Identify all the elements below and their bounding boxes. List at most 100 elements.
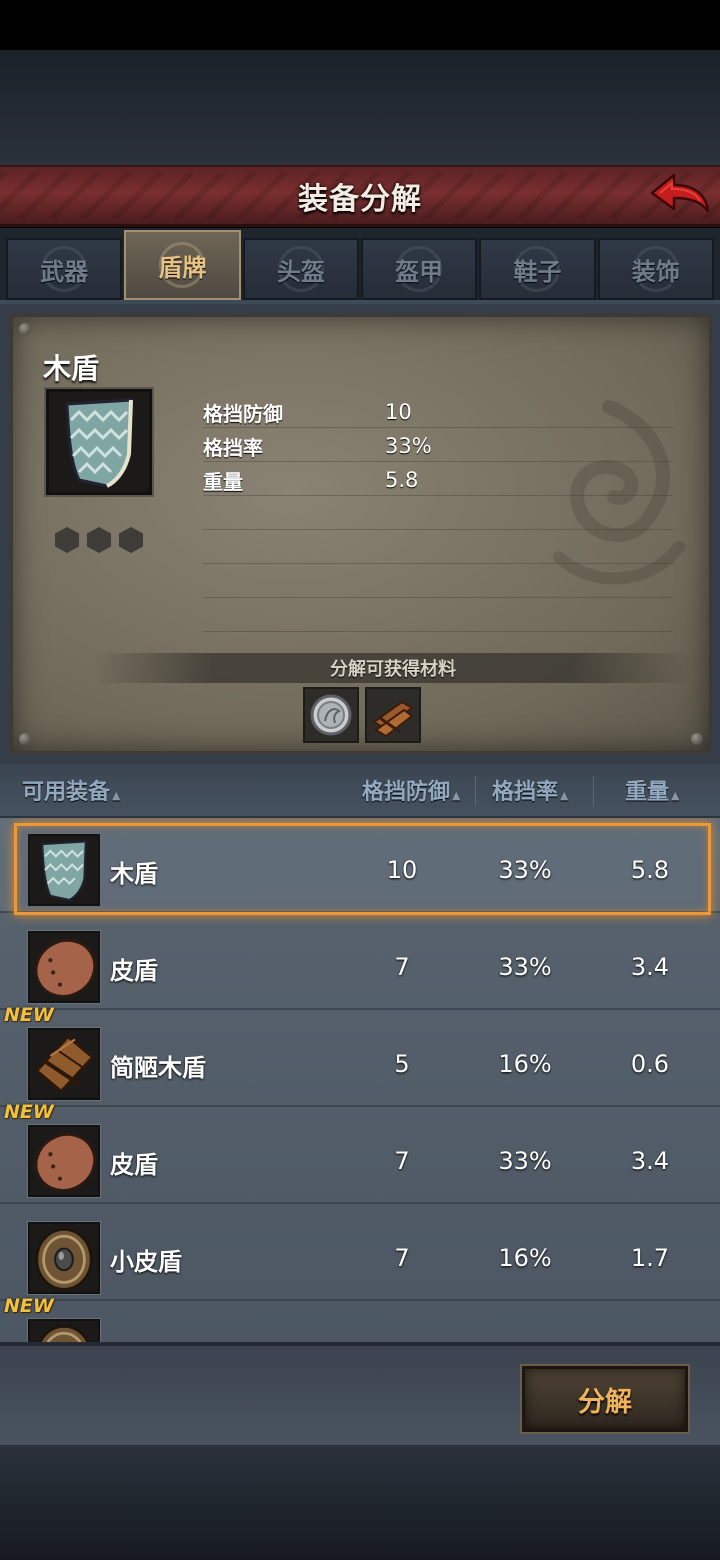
rivet-icon: [691, 733, 703, 745]
decompose-button[interactable]: 分解: [522, 1366, 688, 1432]
wood-planks-icon: [372, 700, 414, 738]
item-detail-panel: 木盾 格挡防御 10 格挡率 33% 重量 5.8 分解可获得材料: [0, 304, 720, 764]
tab-shield[interactable]: 盾牌: [124, 230, 241, 300]
gem-slot-icon: [87, 527, 111, 553]
sort-arrow-icon: ▲: [560, 789, 569, 802]
new-badge: NEW: [4, 1101, 54, 1123]
item-block-defense: 10: [386, 856, 418, 884]
sort-arrow-icon: ▲: [452, 789, 461, 802]
item-block-defense: 5: [394, 1050, 410, 1078]
list-item[interactable]: 小皮盾 7 16% 1.7: [0, 1206, 720, 1301]
new-badge: NEW: [4, 1004, 54, 1026]
silver-coin-icon: [310, 694, 352, 736]
stat-value: 33%: [385, 434, 432, 458]
stat-row: 格挡防御 10: [203, 395, 432, 429]
item-name: 皮盾: [110, 1151, 158, 1179]
rivet-icon: [19, 733, 31, 745]
tab-helmet[interactable]: 头盔: [242, 238, 359, 300]
crude-wooden-shield-icon: [28, 1028, 100, 1100]
tab-label: 盔甲: [395, 257, 444, 286]
decompose-button-label: 分解: [578, 1386, 632, 1418]
header-label: 格挡防御: [362, 780, 451, 805]
ruled-line: [203, 631, 673, 632]
gem-slot-icon: [119, 527, 143, 553]
tab-accessory[interactable]: 装饰: [597, 238, 714, 300]
category-tabs: 武器 盾牌 头盔 盔甲 鞋子 装饰: [0, 228, 720, 304]
small-leather-shield-icon: [28, 1319, 100, 1342]
item-name: 皮盾: [110, 957, 158, 985]
item-block-defense: 7: [394, 1147, 410, 1175]
sort-arrow-icon: ▲: [671, 789, 680, 802]
sort-block-rate-button[interactable]: 格挡率 ▲: [492, 774, 568, 806]
tab-boots[interactable]: 鞋子: [479, 238, 596, 300]
item-block-rate: 33%: [498, 856, 552, 884]
equipment-list: 木盾 10 33% 5.8 皮盾 7 33% 3.4 NEW 简陋木盾 5 16…: [0, 818, 720, 1342]
gem-slot-icon: [55, 527, 79, 553]
stat-label: 格挡防御: [203, 401, 283, 426]
header-label: 可用装备: [22, 780, 111, 805]
back-button[interactable]: [648, 171, 712, 223]
back-arrow-icon: [650, 173, 710, 213]
ruled-line: [203, 495, 673, 496]
stats-list: 格挡防御 10 格挡率 33% 重量 5.8: [203, 395, 432, 497]
item-block-rate: 33%: [498, 953, 552, 981]
list-item[interactable]: NEW 简陋木盾 5 16% 0.6: [0, 1004, 720, 1107]
tab-label: 头盔: [276, 257, 325, 286]
item-block-rate: 16%: [498, 1244, 552, 1272]
ruled-line: [203, 563, 673, 564]
tab-label: 盾牌: [158, 253, 207, 282]
leather-shield-icon: [28, 931, 100, 1003]
tab-weapon[interactable]: 武器: [6, 238, 123, 300]
stat-value: 10: [385, 400, 412, 424]
wooden-shield-icon: [46, 389, 152, 495]
header-divider: [475, 776, 476, 806]
stat-row: 重量 5.8: [203, 463, 432, 497]
item-weight: 3.4: [630, 953, 670, 981]
stat-label: 重量: [203, 469, 243, 494]
sort-name-button[interactable]: 可用装备 ▲: [22, 774, 120, 806]
header-divider: [593, 776, 594, 806]
list-item[interactable]: 木盾 10 33% 5.8: [0, 818, 720, 915]
material-slot[interactable]: [365, 687, 421, 743]
rivet-icon: [19, 323, 31, 335]
parchment-card: 木盾 格挡防御 10 格挡率 33% 重量 5.8 分解可获得材料: [10, 314, 712, 754]
action-bar: 分解: [0, 1342, 720, 1445]
material-slot[interactable]: [303, 687, 359, 743]
selected-item-name: 木盾: [43, 352, 100, 385]
small-leather-shield-icon: [28, 1222, 100, 1294]
list-item[interactable]: NEW 皮盾 7 33% 3.4: [0, 1101, 720, 1204]
leather-shield-icon: [28, 1125, 100, 1197]
tab-armor[interactable]: 盔甲: [360, 238, 478, 300]
ruled-line: [203, 597, 673, 598]
top-background: [0, 50, 720, 165]
item-block-defense: 7: [394, 1244, 410, 1272]
materials-label: 分解可获得材料: [330, 659, 456, 680]
list-item[interactable]: NEW: [0, 1295, 720, 1342]
header-label: 重量: [625, 780, 670, 805]
sort-block-defense-button[interactable]: 格挡防御 ▲: [362, 774, 460, 806]
item-weight: 1.7: [630, 1244, 670, 1272]
stat-label: 格挡率: [203, 435, 263, 460]
sort-arrow-icon: ▲: [112, 789, 121, 802]
page-title: 装备分解: [298, 181, 422, 217]
wooden-shield-icon: [28, 834, 100, 906]
sort-weight-button[interactable]: 重量 ▲: [625, 774, 679, 806]
item-weight: 0.6: [630, 1050, 670, 1078]
tab-label: 装饰: [631, 257, 680, 286]
stat-value: 5.8: [385, 468, 419, 492]
item-name: 木盾: [110, 860, 158, 888]
status-bar: [0, 0, 720, 50]
item-name: 简陋木盾: [110, 1054, 206, 1082]
materials-bar: 分解可获得材料: [93, 653, 693, 683]
gem-slots: [55, 527, 143, 553]
item-weight: 3.4: [630, 1147, 670, 1175]
header-label: 格挡率: [492, 780, 559, 805]
item-block-defense: 7: [394, 953, 410, 981]
ruled-line: [203, 427, 673, 428]
item-block-rate: 16%: [498, 1050, 552, 1078]
list-item[interactable]: 皮盾 7 33% 3.4: [0, 915, 720, 1010]
new-badge: NEW: [4, 1295, 54, 1317]
stat-row: 格挡率 33%: [203, 429, 432, 463]
tab-label: 鞋子: [513, 257, 562, 286]
ruled-line: [203, 461, 673, 462]
